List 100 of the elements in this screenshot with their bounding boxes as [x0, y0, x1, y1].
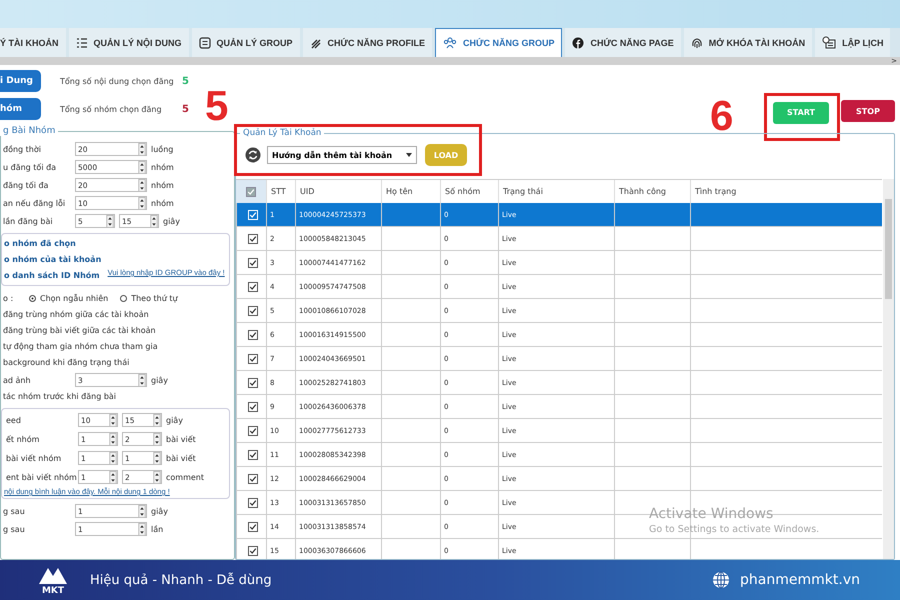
unit-label: bài viết	[166, 454, 196, 462]
checkbox[interactable]	[248, 354, 258, 364]
stop-button[interactable]: STOP	[841, 100, 895, 122]
website: phanmemmkt.vn	[740, 572, 860, 588]
spinner-arrows-icon[interactable]	[153, 470, 161, 484]
field-label: ết nhóm	[5, 434, 40, 444]
caret-icon	[406, 153, 412, 157]
spinner-arrows-icon[interactable]	[109, 432, 117, 446]
refresh-icon[interactable]	[245, 147, 261, 163]
option-label[interactable]: o nhóm của tài khoản	[4, 255, 102, 264]
summary-label: Tổng số nội dung chọn đăng	[60, 76, 175, 86]
spinner-arrows-icon[interactable]	[138, 522, 146, 536]
checkbox[interactable]	[248, 498, 258, 508]
unit-label: nhóm	[151, 198, 174, 208]
unit-label: nhóm	[151, 162, 174, 172]
unit-label: giây	[163, 216, 180, 226]
radio-label[interactable]: Chọn ngẫu nhiên	[40, 294, 108, 302]
checkbox[interactable]	[248, 282, 258, 292]
checkbox[interactable]	[248, 474, 258, 484]
list-icon	[76, 36, 88, 48]
spinner-arrows-icon[interactable]	[138, 142, 146, 156]
unit-label: nhóm	[151, 180, 174, 190]
field-label: o :	[2, 294, 14, 302]
scrollbar[interactable]	[883, 179, 894, 559]
checkbox[interactable]	[248, 546, 258, 556]
field-label: ent bài viết nhóm	[5, 472, 78, 482]
spinner-arrows-icon[interactable]	[138, 374, 146, 386]
spinner-arrows-icon[interactable]	[138, 504, 146, 518]
option-label: background khi đăng trạng thái	[2, 357, 130, 369]
option-label[interactable]: o danh sách ID Nhóm	[4, 271, 100, 280]
checkbox[interactable]	[248, 450, 258, 460]
step-number: 5	[205, 85, 228, 127]
radio-button[interactable]	[29, 294, 36, 302]
field-label: đăng tối đa	[2, 180, 50, 190]
spinner-arrows-icon[interactable]	[106, 214, 114, 228]
unit-label: bài viết	[166, 434, 196, 444]
step-number: 6	[710, 95, 734, 137]
panel-title: g Bài Nhóm	[2, 126, 56, 136]
account-dropdown[interactable]: Hướng dẫn thêm tài khoản	[267, 146, 417, 164]
tab[interactable]: QUẢN LÝ NỘI DUNG	[68, 28, 189, 57]
tab[interactable]: LẬP LỊCH	[815, 28, 890, 57]
spinner-arrows-icon[interactable]	[109, 470, 117, 484]
checkbox[interactable]	[248, 426, 258, 436]
tab[interactable]: CHỨC NĂNG PAGE	[565, 28, 681, 57]
spinner-arrows-icon[interactable]	[109, 452, 117, 464]
document-icon	[198, 36, 211, 48]
unit-label: giây	[151, 376, 168, 384]
checkbox[interactable]	[248, 378, 258, 388]
activation-notice-text: Go to Settings to activate Windows.	[649, 524, 820, 535]
select-button[interactable]: hóm	[0, 98, 41, 120]
spinner-arrows-icon[interactable]	[138, 196, 146, 210]
option-label: tự động tham gia nhóm chưa tham gia	[2, 341, 159, 353]
select-button[interactable]: i Dung	[0, 70, 41, 92]
spinner-arrows-icon[interactable]	[150, 214, 158, 228]
spinner-arrows-icon[interactable]	[109, 414, 117, 426]
spinner-arrows-icon[interactable]	[138, 178, 146, 192]
tab[interactable]: MỞ KHÓA TÀI KHOẢN	[684, 28, 812, 57]
unit-label: giây	[151, 506, 168, 516]
field-label: ad ảnh	[2, 376, 32, 384]
field-label: u đăng tối đa	[2, 162, 58, 172]
radio-label[interactable]: Theo thứ tự	[131, 294, 178, 302]
tab[interactable]: QUẢN LÝ GROUP	[192, 28, 300, 57]
checkbox[interactable]	[246, 186, 256, 196]
field-label: lần đăng bài	[2, 216, 54, 226]
spinner-arrows-icon[interactable]	[153, 432, 161, 446]
summary-label: Tổng số nhóm chọn đăng	[60, 104, 163, 114]
checkbox[interactable]	[248, 402, 258, 412]
calendar-icon	[822, 36, 836, 49]
unit-label: giây	[166, 416, 183, 424]
people-icon	[443, 37, 457, 49]
field-label: đồng thời	[2, 144, 42, 154]
spinner-arrows-icon[interactable]	[153, 414, 161, 426]
checkbox[interactable]	[248, 234, 258, 244]
facebook-icon	[572, 36, 584, 48]
checkbox[interactable]	[248, 522, 258, 532]
unit-label: comment	[166, 472, 204, 482]
unit-label: luồng	[151, 144, 174, 154]
option-label[interactable]: o nhóm đã chọn	[4, 239, 76, 248]
tab[interactable]: Ý TÀI KHOẢN	[0, 28, 66, 57]
count: 5	[182, 76, 189, 86]
spinner-arrows-icon[interactable]	[153, 452, 161, 464]
checkbox[interactable]	[248, 306, 258, 316]
field-label: g sau	[2, 506, 26, 516]
option-label: đăng trùng nhóm giữa các tài khoản	[2, 309, 150, 321]
checkbox[interactable]	[248, 330, 258, 340]
panel-title: Quản Lý Tài Khoản	[242, 128, 322, 138]
fingerprint-icon	[690, 36, 703, 48]
option-label: đăng trùng bài viết giữa các tài khoản	[2, 325, 157, 337]
slogan: Hiệu quả - Nhanh - Dễ dùng	[90, 572, 272, 588]
logo-text: MKT	[42, 586, 64, 596]
globe-icon	[712, 571, 730, 589]
field-label: bài viết nhóm	[5, 454, 62, 462]
unit-label: lần	[151, 524, 164, 534]
tab[interactable]: CHỨC NĂNG PROFILE	[302, 28, 432, 57]
tab[interactable]: CHỨC NĂNG GROUP	[435, 28, 562, 57]
checkbox[interactable]	[248, 258, 258, 268]
spinner-arrows-icon[interactable]	[138, 160, 146, 174]
count: 5	[182, 104, 189, 114]
option-label: tác nhóm trước khi đăng bài	[2, 391, 118, 403]
radio-button[interactable]	[120, 294, 128, 302]
